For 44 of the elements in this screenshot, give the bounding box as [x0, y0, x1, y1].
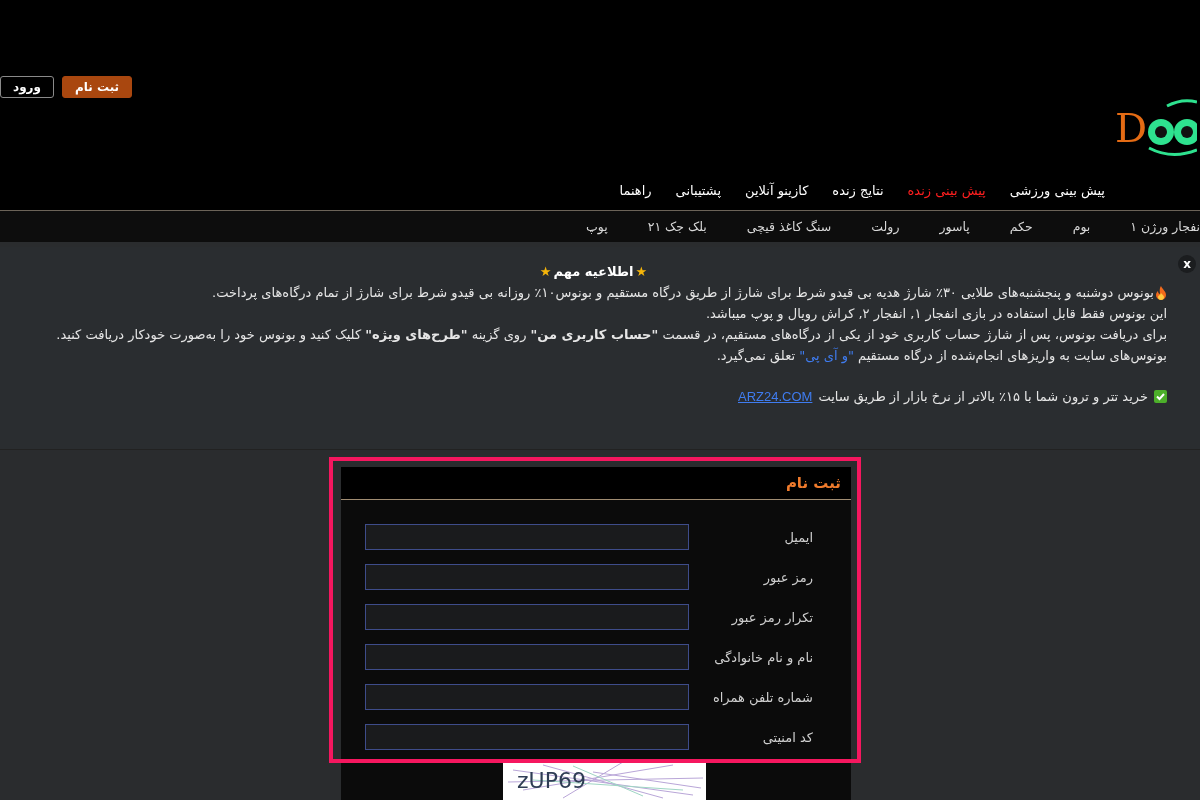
input-field[interactable] [365, 724, 689, 750]
notice-title: اطلاعیه مهم [553, 263, 634, 281]
game-link[interactable]: حکم [989, 219, 1053, 234]
field-label: تکرار رمز عبور [730, 609, 814, 625]
game-link[interactable]: سنگ کاغذ قیچی [726, 219, 852, 234]
register-button[interactable]: ثبت نام [62, 76, 133, 98]
captcha-image: zUP69 [503, 760, 706, 800]
nav-link[interactable]: راهنما [619, 182, 652, 198]
close-button[interactable]: x [1178, 255, 1196, 273]
nav-link[interactable]: پشتیبانی [675, 182, 721, 198]
notice-text: بونوس‌های سایت به واریزهای انجام‌شده از درگاه مستقیم "و آی پی" تعلق نمی‌گیرد. [716, 346, 1167, 366]
input-field[interactable] [365, 604, 689, 630]
game-link[interactable]: بلک جک ۲۱ [627, 219, 727, 234]
game-link[interactable]: نفجار ورژن ۱ [1110, 219, 1200, 234]
game-link[interactable]: رولت [851, 219, 920, 234]
notice-text: بونوس دوشنبه و پنجشنبه‌های طلایی ۳۰٪ شارژ هدیه بی قیدو شرط برای شارژ از طریق درگاه مستقیم و بونوس۱۰٪ روزانه بی قیدو شرط برای شارژ از تمام درگاه‌های پرداخت. [212, 284, 1154, 303]
game-link[interactable]: پاسور [919, 219, 990, 234]
nav-link[interactable]: پیش بینی ورزشی [1009, 182, 1105, 198]
input-field[interactable] [365, 564, 689, 590]
input-field[interactable] [365, 524, 689, 550]
field-label: ایمیل [783, 529, 814, 545]
star-icon: ★ [539, 261, 552, 282]
fire-icon [1155, 285, 1167, 300]
star-icon: ★ [635, 261, 648, 282]
game-link[interactable]: بوم [1052, 219, 1111, 234]
panel-title: ثبت نام [341, 467, 851, 500]
field-label: رمز عبور [762, 569, 814, 585]
promo-text: خرید تتر و ترون شما با ۱۵٪ بالاتر از نرخ بازار از طریق سایت [818, 388, 1148, 407]
field-label: کد امنیتی [761, 729, 814, 745]
vip-link[interactable]: "و آی پی" [799, 348, 854, 363]
field-label: شماره تلفن همراه [711, 689, 814, 705]
nav-link[interactable]: نتایج زنده [832, 182, 884, 198]
notice-text: این بونوس فقط قابل استفاده در بازی انفجار ۱, انفجار ۲, کراش رویال و پوپ میباشد. [705, 305, 1167, 324]
checkmark-icon [1154, 390, 1167, 403]
nav-link[interactable]: کازینو آنلاین [745, 182, 809, 198]
notice-text: برای دریافت بونوس، پس از شارژ حساب کاربری خود از یکی از درگاه‌های مستقیم، در قسمت "حساب کاربری من" روی گزینه "طرح‌های ویژه" کلیک کنید و بونوس خود را به‌صورت خودکار دریافت کنید. [56, 326, 1167, 345]
field-label: نام و نام خانوادگی [713, 649, 814, 665]
site-link[interactable]: ARZ24.COM [738, 386, 813, 407]
game-link[interactable]: پوپ [565, 219, 628, 234]
login-button[interactable]: ورود [0, 76, 54, 98]
input-field[interactable] [365, 684, 689, 710]
nav-link[interactable]: پیش بینی زنده [907, 182, 986, 198]
logo[interactable]: D [1115, 98, 1200, 158]
input-field[interactable] [365, 644, 689, 670]
